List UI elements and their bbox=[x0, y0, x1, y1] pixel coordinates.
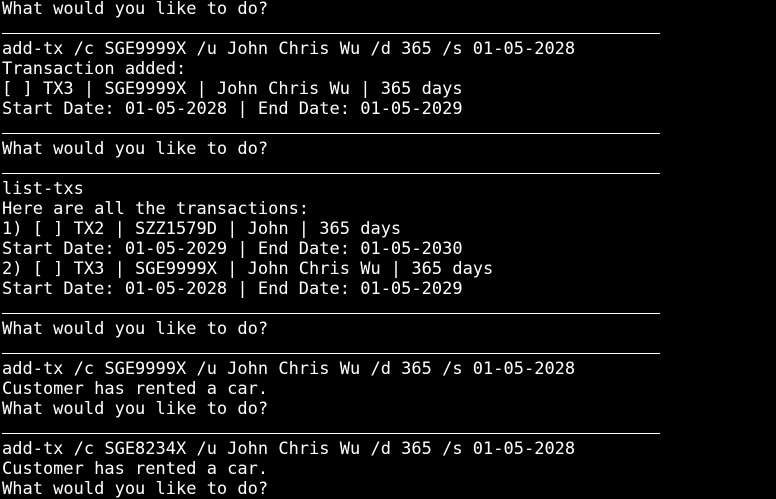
terminal-line: Start Date: 01-05-2028 | End Date: 01-05… bbox=[2, 99, 463, 119]
terminal-line: What would you like to do? bbox=[2, 479, 269, 499]
separator-line bbox=[2, 299, 776, 319]
terminal-line: Here are all the transactions: bbox=[2, 199, 310, 219]
terminal-line: 2) [ ] TX3 | SGE9999X | John Chris Wu | … bbox=[2, 259, 494, 279]
terminal-line: 1) [ ] TX2 | SZZ1579D | John | 365 days bbox=[2, 219, 402, 239]
terminal-line: Customer has rented a car. bbox=[2, 379, 269, 399]
terminal-line: add-tx /c SGE9999X /u John Chris Wu /d 3… bbox=[2, 359, 576, 379]
terminal-output[interactable]: What would you like to do? add-tx /c SGE9… bbox=[2, 0, 776, 499]
separator-line bbox=[2, 419, 776, 439]
terminal-line: Start Date: 01-05-2029 | End Date: 01-05… bbox=[2, 239, 463, 259]
terminal-line: [ ] TX3 | SGE9999X | John Chris Wu | 365… bbox=[2, 79, 463, 99]
separator-line bbox=[2, 159, 776, 179]
terminal-line: What would you like to do? bbox=[2, 319, 269, 339]
terminal-line: Transaction added: bbox=[2, 59, 187, 79]
terminal-line: What would you like to do? bbox=[2, 399, 269, 419]
terminal-line: list-txs bbox=[2, 179, 84, 199]
terminal-line: Customer has rented a car. bbox=[2, 459, 269, 479]
separator-line bbox=[2, 119, 776, 139]
terminal-line: add-tx /c SGE9999X /u John Chris Wu /d 3… bbox=[2, 39, 576, 59]
terminal-line: What would you like to do? bbox=[2, 139, 269, 159]
separator-line bbox=[2, 339, 776, 359]
separator-line bbox=[2, 19, 776, 39]
terminal-line: add-tx /c SGE8234X /u John Chris Wu /d 3… bbox=[2, 439, 576, 459]
terminal-line: Start Date: 01-05-2028 | End Date: 01-05… bbox=[2, 279, 463, 299]
terminal-line: What would you like to do? bbox=[2, 0, 269, 19]
